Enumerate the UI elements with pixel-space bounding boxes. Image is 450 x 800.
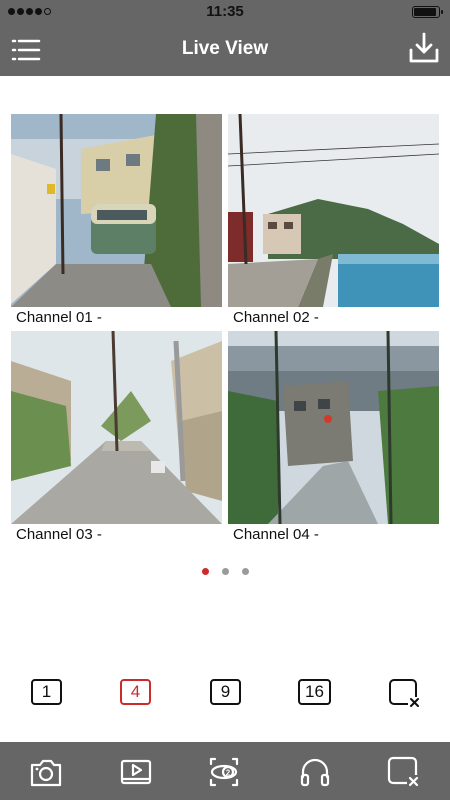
channel-label: Channel 01 - — [16, 309, 102, 326]
nav-bar: Live View — [0, 24, 450, 76]
close-channel-button[interactable] — [388, 677, 422, 709]
channel-03-video[interactable] — [11, 331, 222, 524]
channel-grid: Channel 01 - Channel 02 - Channel 03 - C… — [11, 114, 439, 548]
channel-label: Channel 04 - — [233, 526, 319, 543]
page-dot-3[interactable] — [241, 568, 249, 575]
close-all-icon — [387, 756, 421, 788]
channel-tile-03[interactable]: Channel 03 - — [11, 331, 222, 544]
page-indicator — [0, 568, 450, 575]
channel-tile-01[interactable]: Channel 01 - — [11, 114, 222, 327]
channel-tile-04[interactable]: Channel 04 - — [228, 331, 439, 544]
channel-04-video[interactable] — [228, 331, 439, 524]
channel-01-video[interactable] — [11, 114, 222, 307]
download-button[interactable] — [406, 30, 442, 66]
channel-tile-02[interactable]: Channel 02 - — [228, 114, 439, 327]
ptz-control-icon: 2 — [209, 757, 239, 787]
page-dot-1[interactable] — [201, 568, 209, 575]
playback-video-icon — [120, 759, 152, 785]
status-bar: 11:35 — [0, 0, 450, 24]
page-dot-2[interactable] — [221, 568, 229, 575]
battery-icon — [412, 6, 443, 18]
snapshot-camera-icon — [30, 759, 62, 787]
close-window-icon — [389, 679, 420, 708]
layout-selector: 1 4 9 16 — [0, 676, 450, 712]
layout-9-button[interactable]: 9 — [210, 679, 241, 705]
download-icon — [409, 32, 439, 63]
status-time: 11:35 — [206, 3, 244, 20]
ptz-button[interactable]: 2 — [206, 754, 242, 790]
snapshot-button[interactable] — [28, 754, 64, 790]
channel-02-video[interactable] — [228, 114, 439, 307]
layout-16-button[interactable]: 16 — [298, 679, 331, 705]
audio-button[interactable] — [297, 754, 333, 790]
channel-label: Channel 02 - — [233, 309, 319, 326]
layout-1-button[interactable]: 1 — [31, 679, 62, 705]
channel-label: Channel 03 - — [16, 526, 102, 543]
playback-button[interactable] — [118, 754, 154, 790]
close-all-button[interactable] — [386, 754, 422, 790]
audio-headphones-icon — [300, 758, 330, 787]
page-title: Live View — [181, 38, 269, 59]
layout-4-button[interactable]: 4 — [120, 679, 151, 705]
bottom-toolbar: 2 — [0, 742, 450, 800]
svg-text:2: 2 — [226, 769, 231, 778]
